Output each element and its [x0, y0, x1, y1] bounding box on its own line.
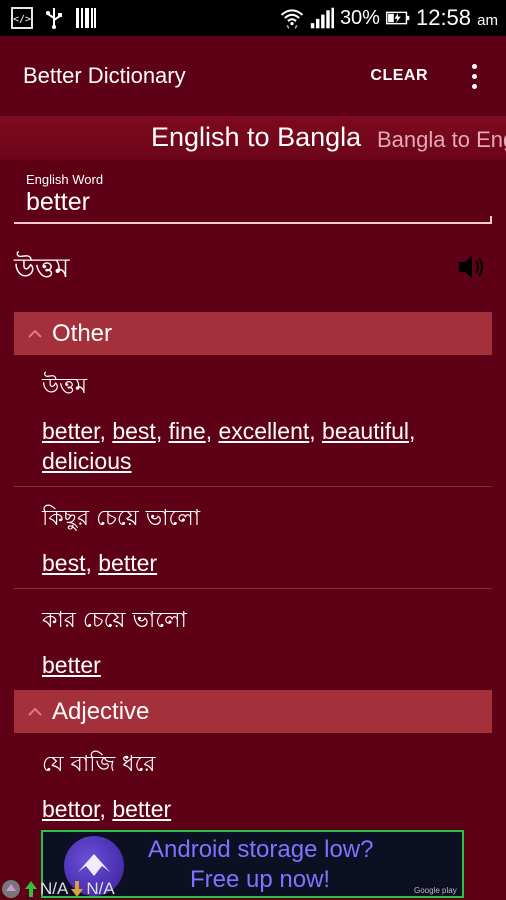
tab-english-to-bangla[interactable]: English to Bangla: [151, 122, 361, 153]
clock-ampm: am: [477, 12, 498, 29]
clear-button[interactable]: CLEAR: [366, 59, 432, 93]
barcode-icon: [74, 6, 98, 30]
english-synonyms: bettor, better: [42, 796, 172, 822]
battery-charging-icon: [385, 6, 410, 30]
section-title: Adjective: [52, 697, 150, 725]
main-meaning: উত্তম: [14, 253, 70, 284]
usb-icon: [42, 6, 66, 30]
list-item: কিছুর চেয়ে ভালো best, better: [14, 487, 492, 589]
wifi-icon: [280, 6, 304, 30]
speaker-icon[interactable]: [456, 252, 488, 282]
synonym-link[interactable]: better: [98, 550, 157, 576]
app-bar: Better Dictionary CLEAR: [0, 36, 506, 116]
clock: 12:58 am: [416, 5, 498, 31]
synonym-link[interactable]: beautiful: [322, 418, 409, 444]
english-synonyms: better, best, fine, excellent, beautiful…: [42, 418, 416, 474]
signal-icon: [310, 6, 334, 30]
english-synonyms: best, better: [42, 550, 158, 576]
section-header-other[interactable]: Other: [14, 312, 492, 355]
input-underline-tick: [490, 216, 492, 224]
synonym-link[interactable]: better: [112, 796, 171, 822]
direction-tabs: English to Bangla Bangla to Eng: [0, 116, 506, 160]
list-item: কার চেয়ে ভালো better: [14, 589, 492, 690]
traffic-monitor: N/A N/A: [0, 878, 115, 900]
clock-time: 12:58: [415, 5, 472, 30]
section-title: Other: [52, 319, 113, 347]
synonym-link[interactable]: best: [112, 418, 155, 444]
results-list: Other উত্তম better, best, fine, excellen…: [14, 312, 492, 835]
monitor-app-icon: [2, 880, 20, 898]
bangla-meaning: যে বাজি ধরে: [42, 752, 156, 777]
status-bar: </> 30% 12:58 am: [0, 0, 506, 36]
input-underline: [14, 222, 492, 224]
synonym-link[interactable]: delicious: [42, 448, 132, 474]
google-play-badge: Google play: [414, 886, 457, 895]
list-item: যে বাজি ধরে bettor, better: [14, 733, 492, 835]
upload-arrow-icon: [25, 881, 37, 897]
english-word-label: English Word: [26, 172, 104, 187]
chevron-up-icon: [28, 329, 42, 338]
bangla-meaning: কিছুর চেয়ে ভালো: [42, 506, 201, 531]
ad-headline: Android storage low?: [148, 836, 374, 863]
synonym-link[interactable]: excellent: [218, 418, 309, 444]
synonym-link[interactable]: better: [42, 652, 101, 678]
english-synonyms: better: [42, 650, 492, 680]
synonym-link[interactable]: best: [42, 550, 85, 576]
english-word-input[interactable]: better: [26, 188, 90, 217]
download-rate: N/A: [86, 879, 115, 898]
english-word-field[interactable]: English Word better: [14, 170, 492, 226]
synonym-link[interactable]: bettor: [42, 796, 100, 822]
list-item: উত্তম better, best, fine, excellent, bea…: [14, 355, 492, 487]
battery-percent: 30%: [339, 6, 380, 29]
code-icon: </>: [10, 6, 34, 30]
tab-bangla-to-english[interactable]: Bangla to Eng: [377, 127, 506, 153]
download-arrow-icon: [71, 881, 84, 897]
app-title: Better Dictionary: [23, 63, 186, 88]
section-header-adjective[interactable]: Adjective: [14, 690, 492, 733]
bangla-meaning: কার চেয়ে ভালো: [42, 608, 187, 633]
ad-subline: Free up now!: [190, 866, 331, 893]
overflow-menu-icon[interactable]: [452, 54, 496, 98]
synonym-link[interactable]: fine: [169, 418, 206, 444]
synonym-link[interactable]: better: [42, 418, 100, 444]
svg-text:</>: </>: [13, 14, 31, 25]
bangla-meaning: উত্তম: [42, 374, 88, 399]
upload-rate: N/A: [40, 879, 69, 898]
chevron-up-icon: [28, 707, 42, 716]
